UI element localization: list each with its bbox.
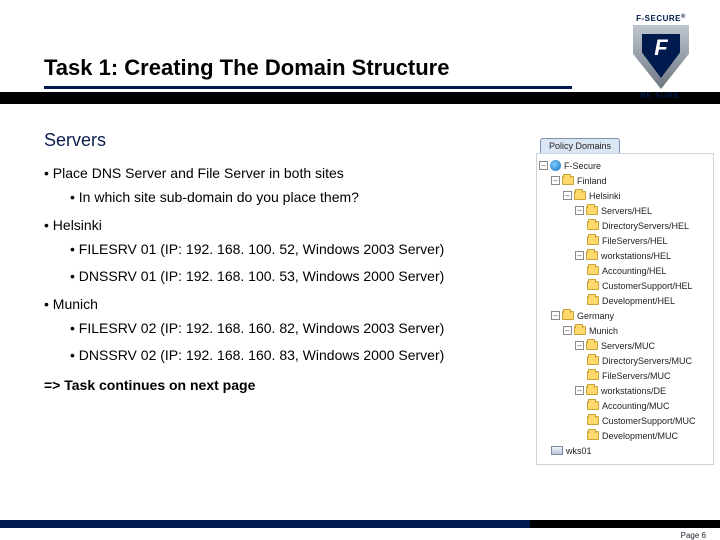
- bullet-item: In which site sub-domain do you place th…: [70, 189, 524, 207]
- tree-label: FileServers/HEL: [602, 236, 668, 246]
- brand-tagline: BE SURE.: [618, 91, 704, 100]
- tree-label: Accounting/HEL: [602, 266, 667, 276]
- folder-icon: [587, 266, 599, 275]
- folder-icon: [587, 296, 599, 305]
- folder-icon: [587, 416, 599, 425]
- globe-icon: [550, 160, 561, 171]
- continues-note: => Task continues on next page: [44, 377, 524, 393]
- folder-icon: [586, 386, 598, 395]
- collapse-icon[interactable]: –: [563, 191, 572, 200]
- tree-label: Servers/MUC: [601, 341, 655, 351]
- folder-icon: [587, 401, 599, 410]
- tree-label: Servers/HEL: [601, 206, 652, 216]
- tree-node[interactable]: Accounting/MUC: [539, 398, 711, 413]
- folder-icon: [587, 281, 599, 290]
- tree-label: Finland: [577, 176, 607, 186]
- tree-label: Development/MUC: [602, 431, 678, 441]
- bullet-list: Place DNS Server and File Server in both…: [44, 165, 524, 365]
- tree-label: Munich: [589, 326, 618, 336]
- tree-label: FileServers/MUC: [602, 371, 671, 381]
- collapse-icon[interactable]: –: [575, 386, 584, 395]
- section-heading: Servers: [44, 130, 524, 151]
- collapse-icon[interactable]: –: [575, 206, 584, 215]
- tree-node[interactable]: – Finland: [539, 173, 711, 188]
- tree-label: F-Secure: [564, 161, 601, 171]
- folder-icon: [587, 236, 599, 245]
- tree-label: DirectoryServers/HEL: [602, 221, 689, 231]
- page-number: Page 6: [681, 531, 706, 540]
- tree-node[interactable]: – Servers/MUC: [539, 338, 711, 353]
- folder-icon: [574, 326, 586, 335]
- tree-label: workstations/DE: [601, 386, 666, 396]
- tree-label: Helsinki: [589, 191, 621, 201]
- tree-label: CustomerSupport/MUC: [602, 416, 696, 426]
- host-icon: [551, 446, 563, 455]
- bullet-item: Helsinki FILESRV 01 (IP: 192. 168. 100. …: [44, 217, 524, 286]
- bullet-text: Helsinki: [53, 217, 102, 233]
- bullet-item: FILESRV 02 (IP: 192. 168. 160. 82, Windo…: [70, 320, 524, 338]
- domain-tree-panel: Policy Domains –F-Secure –Finland –Helsi…: [536, 138, 714, 465]
- registered-mark: ®: [681, 14, 686, 20]
- footer-bar: [0, 520, 720, 528]
- brand-name-text: F-SECURE: [636, 14, 681, 23]
- tree-node[interactable]: CustomerSupport/MUC: [539, 413, 711, 428]
- brand-logo: F-SECURE® BE SURE.: [618, 14, 704, 100]
- bullet-item: Place DNS Server and File Server in both…: [44, 165, 524, 207]
- bullet-text: Munich: [53, 296, 98, 312]
- tree-node[interactable]: Development/HEL: [539, 293, 711, 308]
- bullet-item: DNSSRV 02 (IP: 192. 168. 160. 83, Window…: [70, 347, 524, 365]
- collapse-icon[interactable]: –: [575, 341, 584, 350]
- tree-node[interactable]: Accounting/HEL: [539, 263, 711, 278]
- tree-node[interactable]: DirectoryServers/HEL: [539, 218, 711, 233]
- tree-node[interactable]: CustomerSupport/HEL: [539, 278, 711, 293]
- folder-icon: [587, 431, 599, 440]
- tree-node[interactable]: – Munich: [539, 323, 711, 338]
- tree-node-root[interactable]: – F-Secure: [539, 158, 711, 173]
- tree-node[interactable]: – workstations/HEL: [539, 248, 711, 263]
- content-area: Servers Place DNS Server and File Server…: [44, 130, 524, 393]
- folder-icon: [587, 356, 599, 365]
- bullet-item: FILESRV 01 (IP: 192. 168. 100. 52, Windo…: [70, 241, 524, 259]
- header-band: [0, 92, 720, 104]
- tree-node[interactable]: – Servers/HEL: [539, 203, 711, 218]
- tree-node[interactable]: FileServers/HEL: [539, 233, 711, 248]
- tree-node[interactable]: Development/MUC: [539, 428, 711, 443]
- bullet-item: Munich FILESRV 02 (IP: 192. 168. 160. 82…: [44, 296, 524, 365]
- bullet-item: DNSSRV 01 (IP: 192. 168. 100. 53, Window…: [70, 268, 524, 286]
- folder-icon: [562, 311, 574, 320]
- tree-label: Germany: [577, 311, 614, 321]
- folder-icon: [587, 221, 599, 230]
- tree-label: DirectoryServers/MUC: [602, 356, 692, 366]
- collapse-icon[interactable]: –: [551, 311, 560, 320]
- folder-icon: [562, 176, 574, 185]
- tree-tab[interactable]: Policy Domains: [540, 138, 620, 153]
- shield-icon: [633, 25, 689, 89]
- tree-label: Development/HEL: [602, 296, 675, 306]
- tree-label: wks01: [566, 446, 592, 456]
- tree-label: Accounting/MUC: [602, 401, 670, 411]
- tree-node-host[interactable]: wks01: [539, 443, 711, 458]
- tree-node[interactable]: – Helsinki: [539, 188, 711, 203]
- collapse-icon[interactable]: –: [539, 161, 548, 170]
- folder-icon: [586, 341, 598, 350]
- folder-icon: [574, 191, 586, 200]
- folder-icon: [586, 206, 598, 215]
- bullet-text: Place DNS Server and File Server in both…: [53, 165, 344, 181]
- collapse-icon[interactable]: –: [575, 251, 584, 260]
- folder-icon: [587, 371, 599, 380]
- tree-node[interactable]: DirectoryServers/MUC: [539, 353, 711, 368]
- title-underline: [44, 86, 572, 89]
- tree-node[interactable]: – Germany: [539, 308, 711, 323]
- tree-node[interactable]: FileServers/MUC: [539, 368, 711, 383]
- tree-label: CustomerSupport/HEL: [602, 281, 693, 291]
- folder-icon: [586, 251, 598, 260]
- tree-label: workstations/HEL: [601, 251, 671, 261]
- tree-node[interactable]: – workstations/DE: [539, 383, 711, 398]
- collapse-icon[interactable]: –: [551, 176, 560, 185]
- collapse-icon[interactable]: –: [563, 326, 572, 335]
- slide-header: Task 1: Creating The Domain Structure F-…: [0, 0, 720, 98]
- tree-body: –F-Secure –Finland –Helsinki –Servers/HE…: [536, 153, 714, 465]
- slide-title: Task 1: Creating The Domain Structure: [44, 55, 449, 81]
- brand-name: F-SECURE®: [618, 14, 704, 23]
